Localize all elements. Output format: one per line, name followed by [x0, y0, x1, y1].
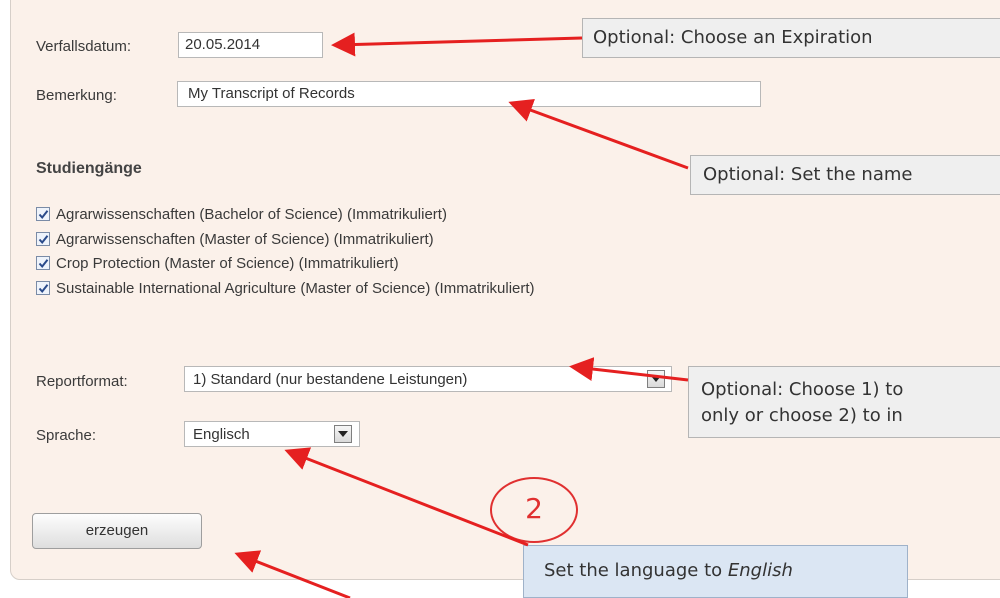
expiry-note-callout: Optional: Choose an Expiration [582, 18, 1000, 58]
program-checkbox[interactable] [36, 232, 50, 246]
program-row: Crop Protection (Master of Science) (Imm… [36, 253, 399, 273]
remark-label: Bemerkung: [36, 87, 117, 104]
step-number-circle: 2 [490, 477, 578, 543]
programs-heading: Studiengänge [36, 160, 142, 177]
language-value: Englisch [193, 426, 250, 443]
format-note-callout: Optional: Choose 1) to only or choose 2)… [688, 366, 1000, 438]
program-checkbox[interactable] [36, 207, 50, 221]
expiry-date-input[interactable]: 20.05.2014 [178, 32, 323, 58]
program-checkbox[interactable] [36, 281, 50, 295]
name-note-callout: Optional: Set the name [690, 155, 1000, 195]
language-note-prefix: Set the language to [544, 560, 728, 581]
language-select[interactable]: Englisch [184, 421, 360, 447]
checkmark-icon [38, 259, 49, 269]
program-label: Agrarwissenschaften (Master of Science) … [56, 230, 434, 248]
reportformat-label: Reportformat: [36, 373, 128, 390]
reportformat-value: 1) Standard (nur bestandene Leistungen) [193, 371, 468, 388]
checkmark-icon [38, 210, 49, 220]
checkmark-icon [38, 284, 49, 294]
name-note-text: Optional: Set the name [703, 164, 913, 185]
reportformat-select[interactable]: 1) Standard (nur bestandene Leistungen) [184, 366, 672, 392]
program-row: Sustainable International Agriculture (M… [36, 278, 535, 298]
language-label: Sprache: [36, 427, 97, 444]
program-checkbox[interactable] [36, 256, 50, 270]
chevron-down-icon[interactable] [334, 425, 352, 443]
expiry-label: Verfallsdatum: [36, 38, 132, 55]
checkmark-icon [38, 235, 49, 245]
language-note-emphasis: English [727, 560, 793, 581]
remark-input[interactable]: My Transcript of Records [177, 81, 761, 107]
generate-button[interactable]: erzeugen [32, 513, 202, 549]
chevron-down-icon[interactable] [647, 370, 665, 388]
format-note-line2: only or choose 2) to in [701, 405, 903, 426]
program-label: Crop Protection (Master of Science) (Imm… [56, 254, 399, 272]
program-label: Agrarwissenschaften (Bachelor of Science… [56, 205, 447, 223]
program-row: Agrarwissenschaften (Master of Science) … [36, 229, 434, 249]
program-row: Agrarwissenschaften (Bachelor of Science… [36, 204, 447, 224]
program-label: Sustainable International Agriculture (M… [56, 279, 535, 297]
expiry-note-text: Optional: Choose an Expiration [593, 27, 873, 48]
language-note-callout: Set the language to English [523, 545, 908, 598]
format-note-line1: Optional: Choose 1) to [701, 379, 904, 400]
